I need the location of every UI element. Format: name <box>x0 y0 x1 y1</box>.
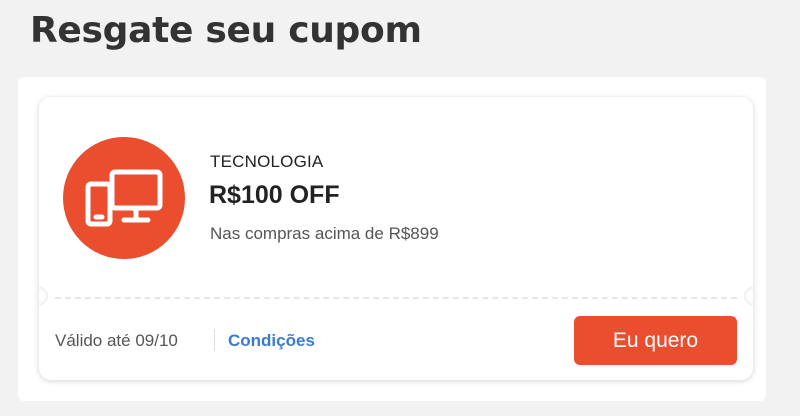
page-title: Resgate seu cupom <box>30 10 422 51</box>
ticket-notch-right <box>744 287 753 305</box>
footer-separator <box>214 329 215 351</box>
coupon-min-purchase: Nas compras acima de R$899 <box>210 224 439 243</box>
redeem-button[interactable]: Eu quero <box>574 316 737 365</box>
coupon-card: TECNOLOGIA R$100 OFF Nas compras acima d… <box>39 97 753 380</box>
coupon-discount: R$100 OFF <box>209 181 340 209</box>
dashed-divider <box>55 297 737 299</box>
devices-icon <box>63 137 185 259</box>
conditions-link[interactable]: Condições <box>228 331 315 351</box>
ticket-notch-left <box>39 287 48 305</box>
coupon-category: TECNOLOGIA <box>210 152 324 171</box>
coupon-validity: Válido até 09/10 <box>55 331 178 350</box>
